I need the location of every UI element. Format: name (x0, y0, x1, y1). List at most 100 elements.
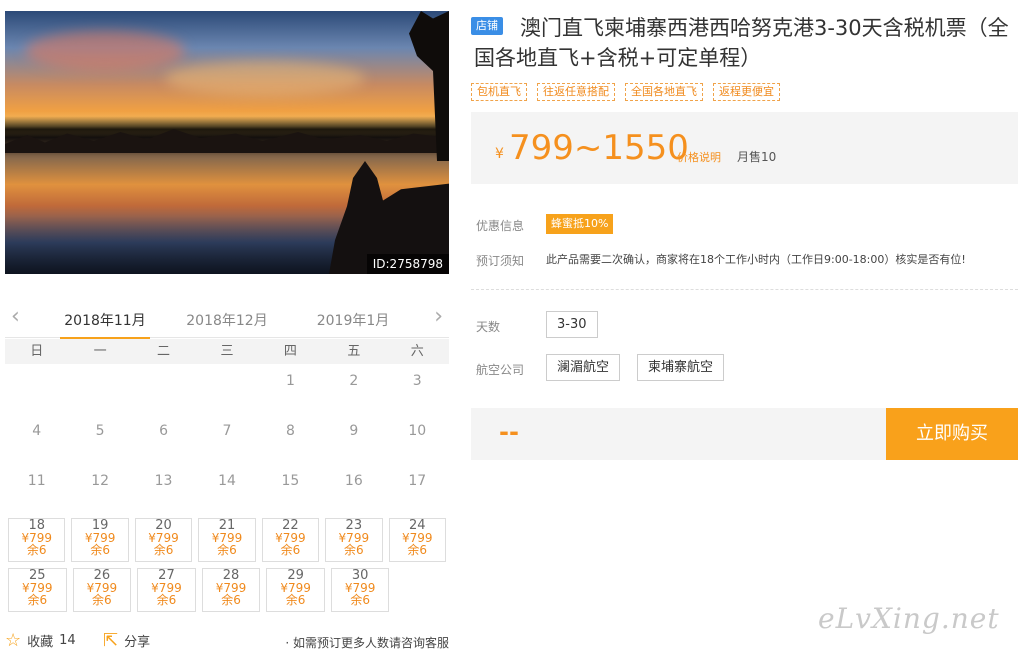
day-remain: 余6 (156, 593, 177, 607)
calendar-day: 17 (408, 473, 427, 489)
calendar-day: 2 (349, 373, 359, 389)
calendar-day-available[interactable]: 25 ¥799 余6 (8, 568, 67, 612)
calendar-day-available[interactable]: 19 ¥799 余6 (71, 518, 129, 562)
chevron-right-icon[interactable]: › (434, 306, 443, 328)
calendar-day-available[interactable]: 23 ¥799 余6 (325, 518, 383, 562)
calendar-week: 11 12 13 14 15 16 17 (5, 465, 449, 515)
day-remain: 余6 (26, 543, 47, 557)
calendar-day-available[interactable]: 22 ¥799 余6 (261, 518, 320, 562)
favorite-count: 14 (59, 633, 76, 648)
calendar-day: 13 (154, 473, 173, 489)
calendar-day-available[interactable]: 29 ¥799 余6 (266, 568, 325, 612)
calendar-day-empty (392, 565, 449, 615)
photo-tree-line (5, 129, 449, 153)
day-remain: 余6 (344, 543, 364, 557)
weekday-label: 日 (30, 344, 44, 359)
share-icon: ⇱ (103, 630, 119, 651)
calendar-day-available[interactable]: 18 ¥799 余6 (8, 518, 66, 562)
calendar-grid: 1 2 3 4 5 6 7 8 9 10 11 12 13 14 15 16 1… (5, 365, 449, 615)
calendar-day: 7 (222, 423, 232, 439)
airline-label: 航空公司 (476, 363, 525, 377)
calendar-day: 8 (285, 423, 295, 439)
calendar-day: 12 (91, 473, 110, 489)
service-note: · 如需预订更多人数请咨询客服 (285, 636, 449, 650)
day-remain: 余6 (221, 593, 241, 607)
calendar-day-available[interactable]: 27 ¥799 余6 (137, 568, 196, 612)
chevron-left-icon[interactable]: ‹ (11, 306, 20, 328)
day-remain: 余6 (285, 593, 306, 607)
calendar-day-available[interactable]: 21 ¥799 余6 (198, 518, 256, 562)
feature-tag: 包机直飞 (471, 83, 527, 101)
calendar-day-available[interactable]: 20 ¥799 余6 (134, 518, 193, 562)
section-divider (471, 289, 1018, 290)
month-tab-jan[interactable]: 2019年1月 (303, 310, 403, 330)
price-explain-link[interactable]: 价格说明 (677, 149, 721, 165)
calendar-day: 14 (218, 473, 236, 489)
calendar-day: 9 (349, 423, 359, 439)
calendar-day-available[interactable]: 26 ¥799 余6 (72, 568, 132, 612)
favorite-label: 收藏 (27, 635, 54, 650)
calendar-day-available[interactable]: 30 ¥799 余6 (330, 568, 390, 612)
weekday-label: 三 (220, 344, 234, 359)
favorite-button[interactable]: ☆ 收藏 14 (5, 630, 76, 651)
share-button[interactable]: ⇱ 分享 (103, 630, 150, 651)
calendar-day (68, 365, 131, 415)
total-price: -- (499, 418, 519, 446)
notice-label: 预订须知 (476, 254, 525, 268)
month-tab-dec[interactable]: 2018年12月 (177, 310, 277, 330)
day-remain: 余6 (407, 543, 428, 557)
airline-option-lanmei[interactable]: 澜湄航空 (546, 354, 621, 381)
photo-id-label: ID:2758798 (366, 254, 449, 274)
purchase-bar: -- 立即购买 (471, 408, 1018, 460)
airline-option-cambodia[interactable]: 柬埔寨航空 (637, 354, 725, 381)
calendar-weekdays: 日 一 二 三 四 五 六 (5, 339, 449, 364)
watermark: eLvXing.net (818, 602, 1000, 635)
calendar-day: 11 (27, 473, 46, 489)
notice-text: 此产品需要二次确认，商家将在18个工作小时内（工作日9:00-18:00）核实是… (546, 253, 966, 266)
calendar-day: 4 (32, 423, 42, 439)
feature-tag: 全国各地直飞 (625, 83, 703, 101)
calendar-day (195, 365, 258, 415)
bottom-actions: ☆ 收藏 14 ⇱ 分享 · 如需预订更多人数请咨询客服 (5, 630, 449, 654)
day-remain: 余6 (92, 593, 112, 607)
promo-badge: 蜂蜜抵10% (546, 214, 614, 234)
feature-tag: 返程更便宜 (713, 83, 780, 101)
share-label: 分享 (124, 635, 151, 650)
weekday-label: 六 (410, 344, 424, 359)
calendar-week: 1 2 3 (5, 365, 449, 415)
weekday-label: 五 (347, 344, 361, 359)
price-currency: ¥ (495, 146, 504, 162)
calendar-day: 1 (285, 373, 295, 389)
weekday-label: 一 (93, 344, 107, 359)
photo-cloud (165, 61, 365, 96)
weekday-label: 四 (283, 344, 297, 359)
weekday-label: 二 (157, 344, 171, 359)
day-remain: 余6 (217, 543, 237, 557)
calendar-week: 18 ¥799 余6 19 ¥799 余6 20 ¥799 余6 21 ¥799 余6 22 ¥7… (5, 515, 449, 565)
day-remain: 余6 (350, 593, 370, 607)
product-photo: ID:2758798 (5, 11, 449, 274)
calendar-day (132, 365, 195, 415)
promo-label: 优惠信息 (476, 219, 525, 233)
calendar-day: 15 (281, 473, 300, 489)
month-tab-nov[interactable]: 2018年11月 (55, 310, 155, 340)
feature-tags: 包机直飞 往返任意搭配 全国各地直飞 返程更便宜 (471, 83, 780, 101)
days-label: 天数 (476, 320, 501, 334)
price-range: 799~1550 (509, 128, 689, 168)
feature-tag: 往返任意搭配 (537, 83, 615, 101)
day-remain: 余6 (280, 543, 301, 557)
buy-now-button[interactable]: 立即购买 (886, 408, 1018, 460)
price-panel: ¥ 799~1550 价格说明 月售10 (471, 112, 1018, 184)
calendar-day-available[interactable]: 24 ¥799 余6 (388, 518, 446, 562)
days-option[interactable]: 3-30 (546, 311, 598, 338)
calendar-day: 16 (344, 473, 363, 489)
photo-cloud (25, 31, 185, 71)
day-remain: 余6 (90, 543, 110, 557)
calendar-day: 10 (408, 423, 427, 439)
calendar-day-available[interactable]: 28 ¥799 余6 (201, 568, 261, 612)
calendar-day: 6 (159, 423, 169, 439)
calendar-month-nav: ‹ 2018年11月 2018年12月 2019年1月 › (5, 300, 449, 338)
calendar-day (5, 365, 68, 415)
product-title: 澳门直飞柬埔寨西港西哈努克港3-30天含税机票（全国各地直飞+含税+可定单程） (474, 16, 1009, 70)
calendar-day: 5 (95, 423, 105, 439)
